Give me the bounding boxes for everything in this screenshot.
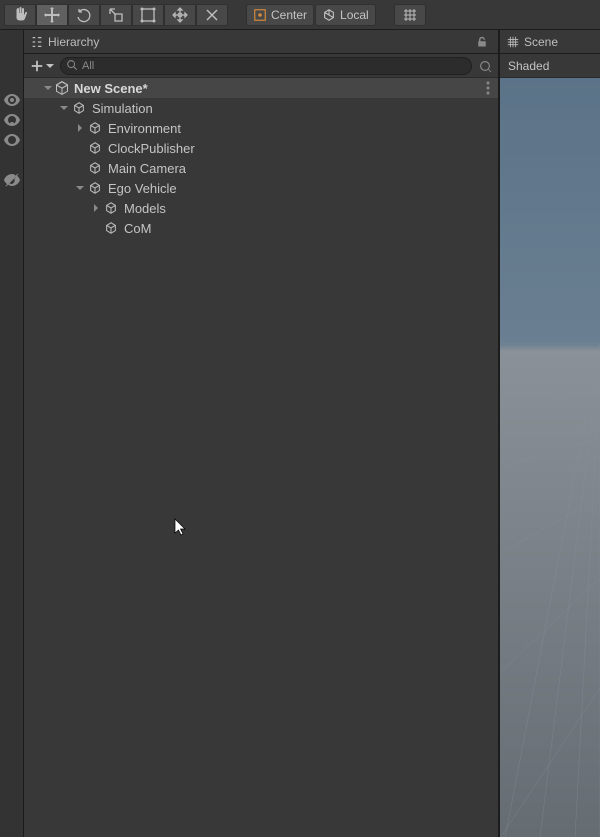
scene-viewport[interactable] [500,78,600,837]
scene-grid-overlay [500,78,600,837]
transform-tool[interactable] [164,4,196,26]
cross-tools-icon [204,7,220,23]
hierarchy-tab-label: Hierarchy [48,35,99,49]
center-icon [253,8,267,22]
eye-icon [4,134,20,146]
foldout-collapsed-icon[interactable] [74,122,86,134]
hierarchy-tree: New Scene* Simulation Environment [24,78,498,837]
gameobject-icon [102,201,120,215]
gameobject-icon [70,101,88,115]
eye-icon [4,94,20,106]
tree-item-egovehicle[interactable]: Ego Vehicle [24,178,498,198]
plus-icon [30,59,44,73]
mouse-cursor-icon [174,518,190,538]
search-placeholder: All [82,60,94,72]
foldout-expanded-icon[interactable] [74,182,86,194]
rotate-icon [76,7,92,23]
eye-off-icon [4,173,20,187]
tree-item-label: Simulation [92,101,153,116]
grid-icon [506,35,520,49]
lock-icon[interactable] [476,36,488,48]
shading-label: Shaded [508,59,549,73]
gameobject-icon [86,161,104,175]
transform-tool-group [4,4,228,26]
scene-name: New Scene* [74,81,148,96]
search-type-button[interactable] [476,57,494,75]
rotate-tool[interactable] [68,4,100,26]
gameobject-icon [86,181,104,195]
shading-dropdown[interactable]: Shaded [504,59,553,73]
foldout-expanded-icon[interactable] [58,102,70,114]
tree-item-label: Environment [108,121,181,136]
tree-item-label: Models [124,201,166,216]
move-tool[interactable] [36,4,68,26]
hierarchy-panel: Hierarchy All [24,30,500,837]
eye-icon [4,114,20,126]
scene-panel: Scene Shaded [500,30,600,837]
main-area: Hierarchy All [0,30,600,837]
tree-item-label: ClockPublisher [108,141,195,156]
search-input[interactable]: All [60,57,472,75]
gameobject-icon [86,121,104,135]
tree-item-label: Main Camera [108,161,186,176]
hand-tool[interactable] [4,4,36,26]
foldout-collapsed-icon[interactable] [90,202,102,214]
move-icon [44,7,60,23]
scene-menu-button[interactable] [486,81,490,95]
filter-icon [478,59,492,73]
rect-tool[interactable] [132,4,164,26]
visibility-gutter [0,30,24,837]
transform-icon [172,7,188,23]
foldout-expanded-icon[interactable] [42,82,54,94]
space-toggle[interactable]: Local [315,4,376,26]
local-icon [322,8,336,22]
dropdown-icon [46,62,54,70]
snap-toggle[interactable] [394,4,426,26]
pivot-toggle[interactable]: Center [246,4,314,26]
custom-tool[interactable] [196,4,228,26]
visibility-toggle-scene[interactable] [0,90,24,110]
visibility-toggle-2[interactable] [0,130,24,150]
main-toolbar: Center Local [0,0,600,30]
tree-item-label: CoM [124,221,151,236]
gameobject-icon [102,221,120,235]
search-icon [67,60,78,71]
hierarchy-icon [30,35,44,49]
tree-item-label: Ego Vehicle [108,181,177,196]
hand-icon [12,7,28,23]
hierarchy-toolbar: All [24,54,498,78]
hierarchy-tab-bar: Hierarchy [24,30,498,54]
hierarchy-tab[interactable]: Hierarchy [30,35,99,49]
kebab-icon [486,81,490,95]
tree-item-com[interactable]: CoM [24,218,498,238]
add-button[interactable] [28,59,56,73]
tree-item-simulation[interactable]: Simulation [24,98,498,118]
scene-tab[interactable]: Scene [506,35,558,49]
visibility-toggle-1[interactable] [0,110,24,130]
pivot-label: Center [271,8,307,22]
tree-item-environment[interactable]: Environment [24,118,498,138]
scale-icon [108,7,124,23]
snap-icon [402,7,418,23]
space-label: Local [340,8,369,22]
visibility-toggle-hidden[interactable] [0,170,24,190]
tree-item-maincamera[interactable]: Main Camera [24,158,498,178]
gameobject-icon [86,141,104,155]
scene-tab-label: Scene [524,35,558,49]
tree-item-models[interactable]: Models [24,198,498,218]
unity-scene-icon [54,80,70,96]
scene-row[interactable]: New Scene* [24,78,498,98]
scale-tool[interactable] [100,4,132,26]
tree-item-clockpublisher[interactable]: ClockPublisher [24,138,498,158]
scene-toolbar: Shaded [500,54,600,78]
scene-tab-bar: Scene [500,30,600,54]
rect-icon [140,7,156,23]
